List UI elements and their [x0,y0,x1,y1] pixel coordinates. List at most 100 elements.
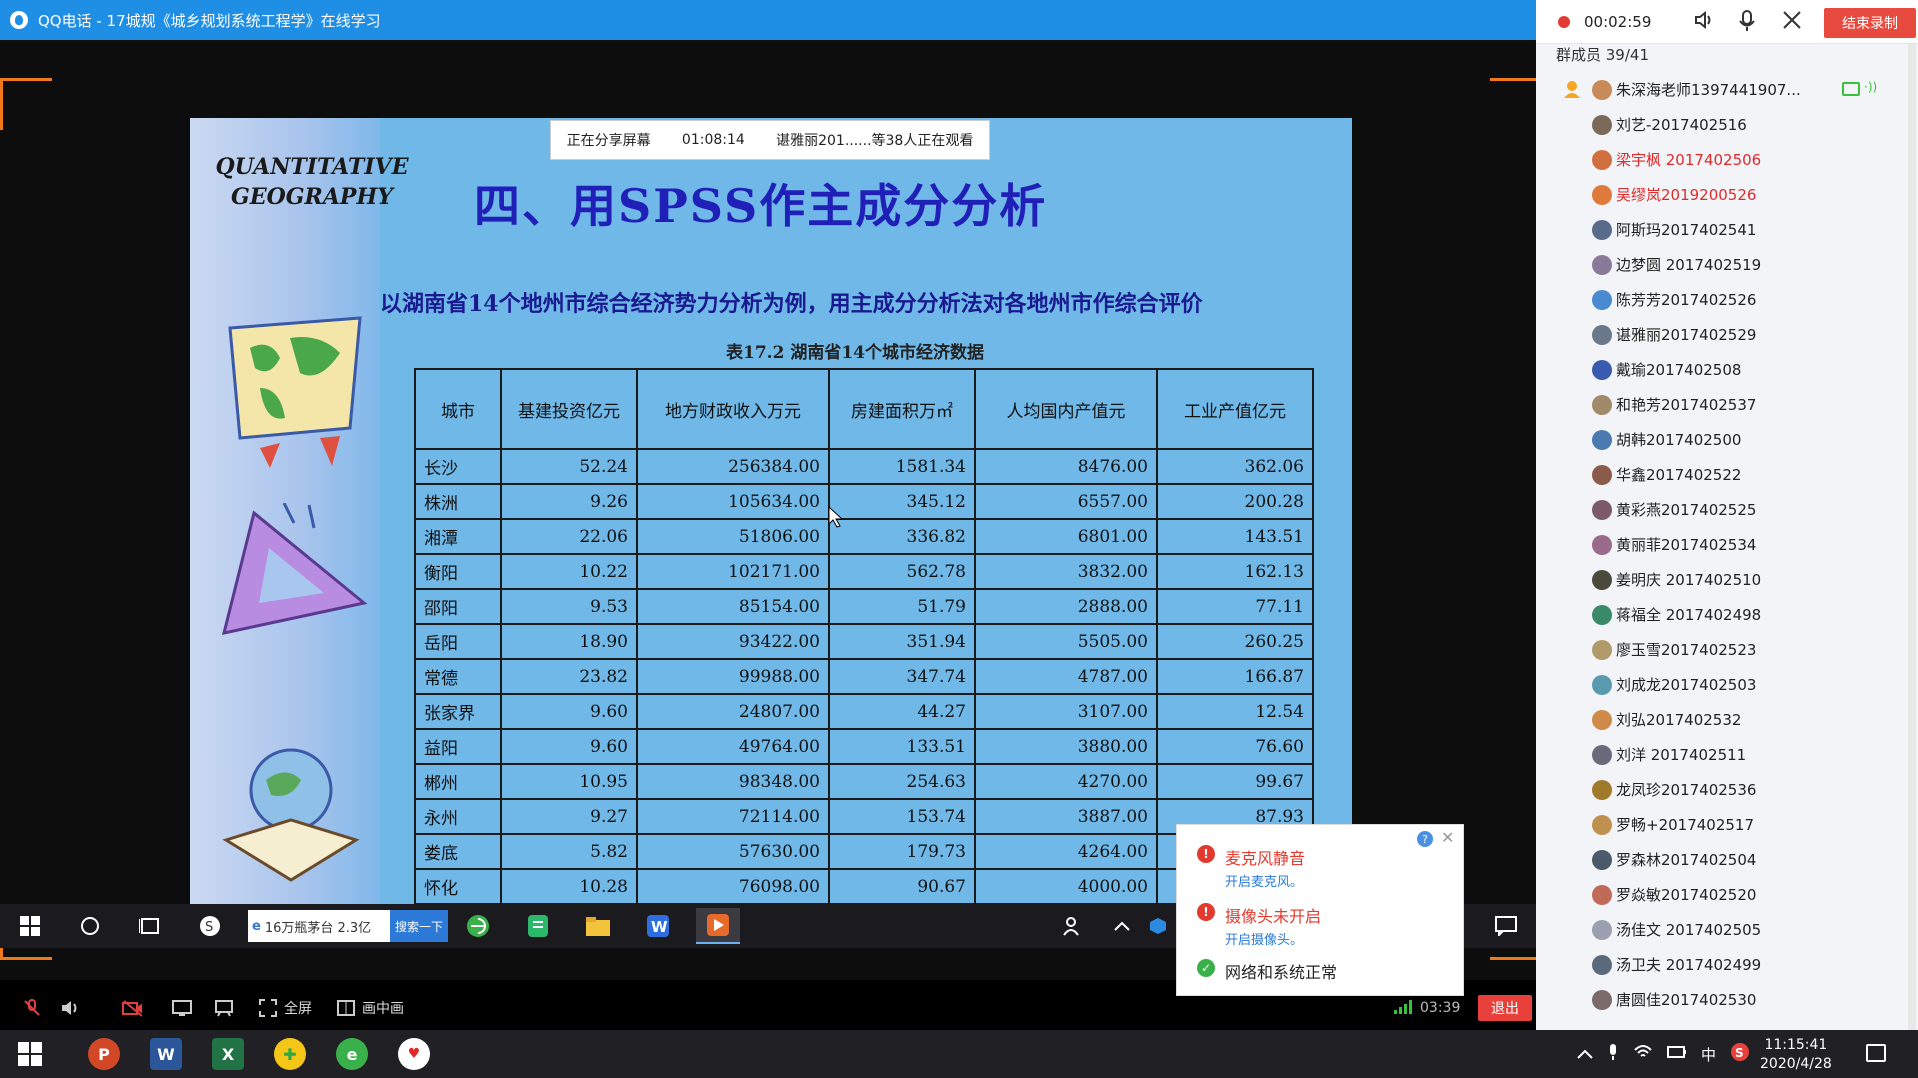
value-cell: 143.51 [1156,518,1314,555]
member-item[interactable]: 黄彩燕2017402525 [1536,492,1918,527]
member-item[interactable]: 边梦圆 2017402519 [1536,247,1918,282]
value-cell: 4000.00 [974,868,1158,905]
enable-camera-link[interactable]: 开启摄像头。 [1225,929,1321,948]
action-center-icon[interactable] [1492,912,1520,940]
wps-writer-icon[interactable]: W [636,908,680,944]
exit-button[interactable]: 退出 [1478,995,1532,1021]
app-icon[interactable]: ♥ [398,1038,430,1070]
ime-indicator[interactable]: 中 [1701,1044,1716,1065]
recording-bar: 00:02:59 结束录制 [1536,0,1918,44]
sogou-tray-icon[interactable]: S [1730,1042,1750,1066]
value-cell: 362.06 [1156,448,1314,485]
whiteboard-button[interactable] [214,999,240,1017]
browser-app-icon[interactable] [456,908,500,944]
value-cell: 1581.34 [828,448,976,485]
help-icon[interactable]: ? [1417,831,1433,847]
member-item[interactable]: 刘弘2017402532 [1536,702,1918,737]
member-item[interactable]: 姜明庆 2017402510 [1536,562,1918,597]
windows-start-icon[interactable] [18,1042,42,1066]
member-item[interactable]: 蒋福全 2017402498 [1536,597,1918,632]
member-name: 汤卫夫 2017402499 [1616,956,1762,974]
sogou-icon[interactable]: S [196,912,224,940]
member-item[interactable]: 罗森林2017402504 [1536,842,1918,877]
member-item[interactable]: 罗焱敏2017402520 [1536,877,1918,912]
microphone-icon[interactable] [1607,1043,1619,1065]
wps-presentation-icon[interactable] [696,908,740,944]
member-item[interactable]: 戴瑜2017402508 [1536,352,1918,387]
table-row: 岳阳 18.90 93422.00 351.94 5505.00 260.25 [414,623,1314,660]
member-name: 刘弘2017402532 [1616,711,1742,729]
camera-button[interactable] [122,999,148,1017]
avatar [1592,954,1612,975]
notification-center-icon[interactable] [1866,1044,1886,1062]
wifi-icon[interactable] [1633,1044,1653,1064]
value-cell: 23.82 [500,658,638,695]
member-name: 汤佳文 2017402505 [1616,921,1762,939]
member-item[interactable]: 汤卫夫 2017402499 [1536,947,1918,982]
member-item[interactable]: 罗畅+2017402517 [1536,807,1918,842]
cortana-icon[interactable] [76,912,104,940]
member-item[interactable]: 刘成龙2017402503 [1536,667,1918,702]
tray-chevron-up-icon[interactable] [1108,912,1136,940]
tray-app-icon[interactable] [1144,912,1172,940]
member-host[interactable]: 朱深海老师1397441907... ·)) [1536,72,1918,107]
value-cell: 260.25 [1156,623,1314,660]
value-cell: 52.24 [500,448,638,485]
mute-mic-button[interactable] [22,999,48,1017]
fullscreen-label: 全屏 [284,1001,312,1017]
taskbar-search-box[interactable]: e 16万瓶茅台 2.3亿 [248,910,390,942]
value-cell: 9.27 [500,798,638,835]
security-app-icon[interactable]: ✚ [274,1038,306,1070]
value-cell: 10.95 [500,763,638,800]
close-icon[interactable] [1782,10,1802,35]
pip-button[interactable]: 画中画 [336,998,404,1018]
close-icon[interactable]: ✕ [1441,828,1454,847]
member-item[interactable]: 华鑫2017402522 [1536,457,1918,492]
end-recording-button[interactable]: 结束录制 [1824,8,1916,38]
member-item[interactable]: 胡韩2017402500 [1536,422,1918,457]
member-item[interactable]: 和艳芳2017402537 [1536,387,1918,422]
windows-start-icon[interactable] [16,912,44,940]
member-item[interactable]: 廖玉雪2017402523 [1536,632,1918,667]
people-icon[interactable] [1060,912,1088,940]
speaker-button[interactable] [60,999,86,1017]
notes-app-icon[interactable] [516,908,560,944]
member-item[interactable]: 龙凤珍2017402536 [1536,772,1918,807]
battery-icon[interactable] [1667,1045,1687,1063]
speaker-icon[interactable] [1694,10,1716,35]
column-header: 人均国内产值元 [974,368,1158,450]
share-status-banner: 正在分享屏幕 01:08:14 谌雅丽201......等38人正在观看 [550,120,990,160]
member-name: 蒋福全 2017402498 [1616,606,1762,624]
powerpoint-app-icon[interactable]: P [88,1038,120,1070]
fullscreen-button[interactable]: 全屏 [258,998,312,1018]
microphone-icon[interactable] [1738,10,1756,37]
city-cell: 张家界 [414,693,502,730]
member-item[interactable]: 阿斯玛2017402541 [1536,212,1918,247]
browser-app-icon[interactable]: e [336,1038,368,1070]
member-item[interactable]: 唐圆佳2017402530 [1536,982,1918,1017]
file-explorer-icon[interactable] [576,908,620,944]
member-item[interactable]: 汤佳文 2017402505 [1536,912,1918,947]
member-item[interactable]: 刘洋 2017402511 [1536,737,1918,772]
enable-mic-link[interactable]: 开启麦克风。 [1225,871,1305,890]
excel-app-icon[interactable]: X [212,1038,244,1070]
member-item[interactable]: 陈芳芳2017402526 [1536,282,1918,317]
member-item[interactable]: 谌雅丽2017402529 [1536,317,1918,352]
member-item[interactable]: 刘艺-2017402516 [1536,107,1918,142]
member-list-scrollbar[interactable] [1908,44,1916,1030]
table-row: 衡阳 10.22 102171.00 562.78 3832.00 162.13 [414,553,1314,590]
member-name: 罗焱敏2017402520 [1616,886,1757,904]
network-status: ✓ 网络和系统正常 [1197,959,1337,983]
task-view-icon[interactable] [136,912,164,940]
search-button[interactable]: 搜索一下 [390,910,448,942]
member-item[interactable]: 黄丽菲2017402534 [1536,527,1918,562]
share-screen-button[interactable] [172,999,198,1017]
word-app-icon[interactable]: W [150,1038,182,1070]
member-item[interactable]: 梁宇枫 2017402506 [1536,142,1918,177]
value-cell: 153.74 [828,798,976,835]
value-cell: 336.82 [828,518,976,555]
system-clock[interactable]: 11:15:41 2020/4/28 [1760,1036,1832,1074]
share-viewers: 谌雅丽201......等38人正在观看 [776,133,974,149]
tray-chevron-up-icon[interactable] [1577,1045,1593,1063]
member-item[interactable]: 吴缪岚2019200526 [1536,177,1918,212]
